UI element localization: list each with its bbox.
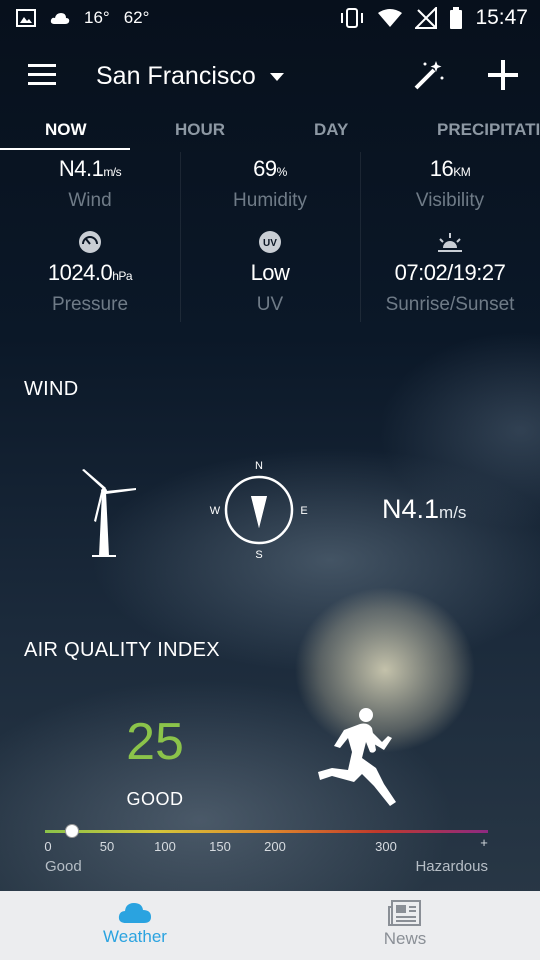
stat-humidity: 69% Humidity [180, 156, 360, 212]
wind-turbine-icon [82, 469, 136, 557]
nav-weather[interactable]: Weather [0, 891, 270, 960]
stat-sunrise-sunset: 07:02/19:27 Sunrise/Sunset [360, 230, 540, 316]
stat-wind: N4.1m/s Wind [0, 156, 180, 212]
sunrise-icon [438, 233, 462, 252]
aqi-tick: 50 [99, 839, 115, 854]
forecast-tabs: NOW HOUR DAY PRECIPITATI [0, 112, 540, 150]
wind-label: Wind [68, 190, 112, 211]
compass-w: W [210, 505, 221, 517]
aqi-tick: 200 [264, 839, 286, 854]
cloud-status-icon [50, 13, 70, 24]
city-selector[interactable]: San Francisco [96, 62, 284, 91]
tab-day[interactable]: DAY [314, 120, 348, 140]
aqi-tick: 150 [209, 839, 231, 854]
uv-value: Low [250, 260, 290, 285]
tab-precipitation[interactable]: PRECIPITATI [437, 120, 540, 140]
svg-text:UV: UV [263, 238, 277, 249]
wind-speed-display: N4.1m/s [382, 494, 466, 525]
aqi-section-title: AIR QUALITY INDEX [24, 639, 220, 661]
gallery-icon [16, 9, 36, 27]
stat-pressure: 1024.0hPa Pressure [0, 230, 180, 316]
city-name: San Francisco [96, 62, 256, 90]
status-bar: 16° 62° 15:47 [0, 0, 540, 38]
aqi-scale-start-label: Good [45, 858, 82, 875]
aqi-value: 25 [126, 713, 184, 771]
aqi-scale-end-label: Hazardous [415, 858, 488, 875]
wind-value: N4.1 [58, 156, 104, 181]
pressure-label: Pressure [51, 294, 129, 315]
bottom-navigation: Weather News [0, 891, 540, 960]
humidity-label: Humidity [233, 190, 307, 211]
app-bar: San Francisco [0, 50, 540, 106]
status-temp-c: 16° [84, 8, 110, 27]
battery-icon [450, 7, 463, 29]
pressure-value: 1024.0 [47, 260, 113, 285]
aqi-level: GOOD [126, 789, 184, 809]
sun-value: 07:02/19:27 [394, 260, 506, 285]
status-temp-f: 62° [123, 8, 150, 27]
aqi-scale-marker [66, 825, 78, 837]
aqi-scale-ends: Good Hazardous [45, 858, 488, 875]
status-time: 15:47 [475, 6, 528, 29]
visibility-value: 16 [429, 156, 454, 181]
aqi-scale [45, 825, 488, 838]
add-city-icon[interactable] [486, 58, 520, 92]
cloud-icon [118, 903, 151, 923]
wind-section-title: WIND [24, 378, 79, 400]
wifi-icon [378, 9, 403, 27]
chevron-down-icon [269, 72, 284, 81]
runner-icon [318, 708, 396, 806]
visibility-unit: KM [453, 165, 471, 179]
sun-label: Sunrise/Sunset [385, 294, 515, 315]
aqi-tick: 300 [375, 839, 397, 854]
wind-speed-unit: m/s [439, 503, 467, 522]
humidity-unit: % [276, 165, 288, 179]
aqi-scale-bar [45, 830, 488, 833]
nav-weather-label: Weather [103, 927, 167, 946]
pressure-unit: hPa [112, 269, 133, 283]
nav-news[interactable]: News [270, 891, 540, 960]
aqi-tick: 0 [44, 839, 52, 854]
humidity-value: 69 [253, 156, 277, 181]
uv-label: UV [256, 294, 284, 315]
magic-wand-icon[interactable] [412, 58, 446, 92]
newspaper-icon [388, 900, 421, 926]
stat-visibility: 16KM Visibility [360, 156, 540, 212]
wind-compass: N E S W [210, 460, 308, 561]
tab-now[interactable]: NOW [45, 120, 87, 140]
tab-hour[interactable]: HOUR [175, 120, 225, 140]
active-tab-indicator [0, 148, 130, 150]
no-signal-icon [415, 7, 438, 29]
gauge-icon [79, 231, 101, 253]
compass-s: S [255, 549, 262, 561]
wind-unit: m/s [103, 165, 122, 179]
wind-speed-value: N4.1 [382, 494, 440, 524]
nav-news-label: News [383, 929, 427, 948]
vibrate-icon [341, 8, 364, 28]
compass-n: N [255, 460, 263, 472]
uv-icon: UV [259, 231, 281, 253]
aqi-tick: + [480, 835, 488, 850]
menu-icon[interactable] [28, 64, 56, 88]
aqi-tick: 100 [154, 839, 176, 854]
stat-uv: UV Low UV [180, 230, 360, 316]
compass-e: E [300, 505, 307, 517]
current-stats: N4.1m/s Wind 69% Humidity 16KM Visibilit… [0, 152, 540, 322]
visibility-label: Visibility [415, 190, 485, 211]
aqi-scale-ticks: 0 50 100 150 200 300 + [44, 835, 488, 859]
